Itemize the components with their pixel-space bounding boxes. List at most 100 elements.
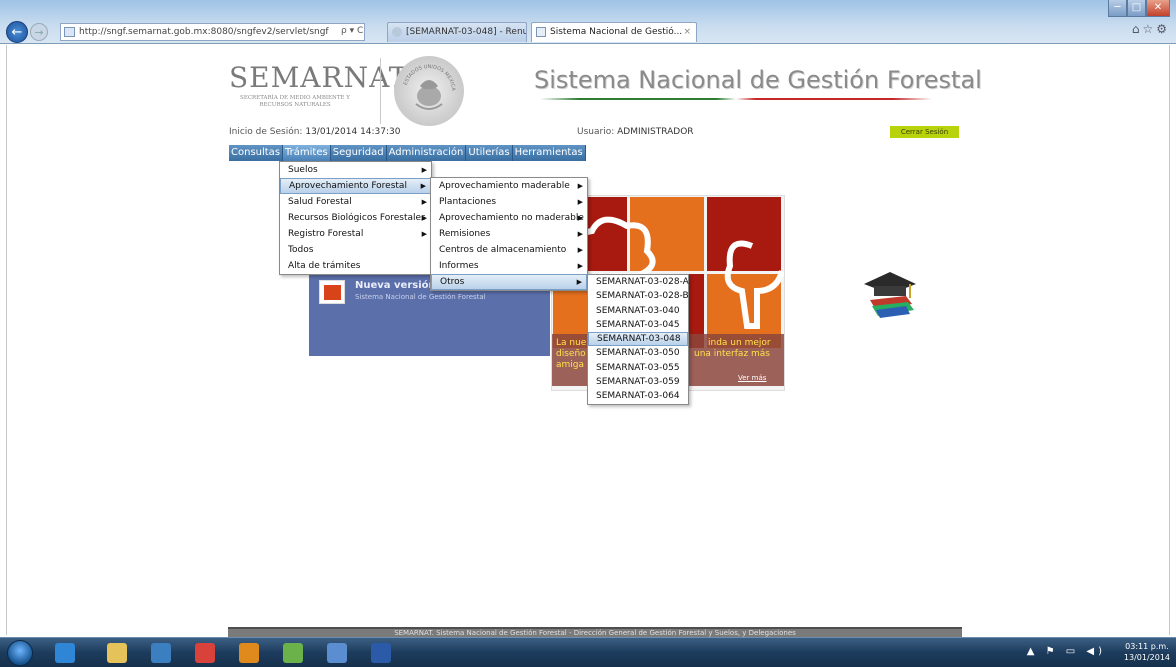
menu-item-suelos[interactable]: Suelos ▶ [280,162,431,178]
system-title: Sistema Nacional de Gestión Forestal [534,66,982,94]
forward-button[interactable]: → [30,23,48,41]
menu-item-semarnat-03-050[interactable]: SEMARNAT-03-050 [588,346,688,360]
promo-line: amiga [556,360,585,370]
submenu-arrow-icon: ▶ [577,262,583,270]
word-icon [371,643,391,663]
menu-utilerias[interactable]: Utilerías [466,145,513,161]
address-controls[interactable]: ρ ▾ C [341,26,363,36]
submenu-arrow-icon: ▶ [577,198,583,206]
folder-sync-icon [283,643,303,663]
submenu-arrow-icon: ▶ [421,166,427,174]
clock-date: 13/01/2014 [1123,653,1170,662]
address-bar[interactable]: http://sngf.semarnat.gob.mx:8080/sngfev2… [60,23,365,41]
main-menu-bar: Consultas Trámites Seguridad Administrac… [229,145,586,161]
taskbar-sync[interactable] [270,640,318,666]
login-label: Inicio de Sesión: [229,127,303,137]
url-text: http://sngf.semarnat.gob.mx:8080/sngfev2… [79,27,329,37]
tab-renuncia[interactable]: [SEMARNAT-03-048] - Renunc... [387,22,527,42]
menu-item-label: Aprovechamiento Forestal [289,181,407,191]
submenu-arrow-icon: ▶ [576,278,582,286]
menu-item-otros[interactable]: Otros ▶ [431,274,587,290]
close-window-button[interactable]: ✕ [1146,0,1170,17]
menu-item-semarnat-03-028-b[interactable]: SEMARNAT-03-028-B [588,289,689,303]
outlook-icon [239,643,259,663]
aprovechamiento-menu: Aprovechamiento maderable ▶ Plantaciones ▶… [430,177,588,291]
taskbar-media[interactable] [138,640,186,666]
menu-item-registro-forestal[interactable]: Registro Forestal ▶ [280,226,431,242]
menu-item-label: Salud Forestal [288,197,352,207]
system-tray-icons[interactable]: ▲ ⚑ ▭ ◀) [1027,646,1106,657]
file-explorer-icon [107,643,127,663]
windows-taskbar: ▲ ⚑ ▭ ◀) 03:11 p.m. 13/01/2014 [0,637,1176,667]
menu-item-label: Suelos [288,165,318,175]
menu-item-label: Aprovechamiento maderable [439,181,570,191]
menu-item-semarnat-03-040[interactable]: SEMARNAT-03-040 [588,304,688,318]
menu-item-label: Informes [439,261,479,271]
menu-administracion[interactable]: Administración [386,145,467,161]
submenu-arrow-icon: ▶ [421,230,427,238]
semarnat-logo: SEMARNAT SECRETARÍA DE MEDIO AMBIENTE Y … [229,63,407,123]
menu-item-semarnat-03-028-a[interactable]: SEMARNAT-03-028-A [588,275,689,289]
promo-more-link[interactable]: Ver más [738,374,766,382]
promo-line: diseño [556,349,586,359]
menu-tramites[interactable]: Trámites [283,145,331,161]
menu-item-informes[interactable]: Informes ▶ [431,258,587,274]
taskbar-explorer[interactable] [94,640,142,666]
menu-item-no-maderable[interactable]: Aprovechamiento no maderable ▶ [431,210,587,226]
title-underline [540,98,932,100]
start-button-icon[interactable] [7,640,33,666]
site-favicon-icon [64,27,75,37]
tramites-menu: Suelos ▶ Aprovechamiento Forestal ▶ Salud … [279,161,432,275]
menu-item-semarnat-03-064[interactable]: SEMARNAT-03-064 [588,389,688,403]
menu-consultas[interactable]: Consultas [229,145,284,161]
menu-item-label: Plantaciones [439,197,497,207]
page-footer: SEMARNAT. Sistema Nacional de Gestión Fo… [228,627,962,637]
network-icon [327,643,347,663]
taskbar-outlook[interactable] [226,640,274,666]
menu-herramientas[interactable]: Herramientas [512,145,586,161]
back-button[interactable]: ← [6,21,28,43]
maximize-button[interactable]: □ [1127,0,1146,17]
menu-item-aprovechamiento-forestal[interactable]: Aprovechamiento Forestal ▶ [280,178,431,194]
logo-subtitle: SECRETARÍA DE MEDIO AMBIENTE Y RECURSOS … [240,95,350,108]
logout-button[interactable]: Cerrar Sesión [890,126,959,138]
user-info: Usuario: ADMINISTRADOR [577,127,694,137]
tab-label: Sistema Nacional de Gestió... [550,27,683,37]
close-tab-icon[interactable]: × [683,23,691,41]
user-label: Usuario: [577,127,615,137]
ie-icon [55,643,75,663]
login-time: 13/01/2014 14:37:30 [305,127,401,137]
menu-item-semarnat-03-045[interactable]: SEMARNAT-03-045 [588,318,688,332]
user-name: ADMINISTRADOR [617,127,694,137]
menu-item-remisiones[interactable]: Remisiones ▶ [431,226,587,242]
menu-item-label: Registro Forestal [288,229,364,239]
tab-sngf[interactable]: Sistema Nacional de Gestió... × [531,22,697,42]
taskbar-word[interactable] [358,640,406,666]
home-favorites-tools-icons[interactable]: ⌂☆⚙ [1132,22,1170,36]
menu-item-maderable[interactable]: Aprovechamiento maderable ▶ [431,178,587,194]
logo-separator [380,58,381,124]
promo-line: inda un mejor [708,338,771,348]
menu-seguridad[interactable]: Seguridad [330,145,387,161]
taskbar-ie[interactable] [42,640,90,666]
clock[interactable]: 03:11 p.m. 13/01/2014 [1124,641,1170,663]
menu-item-salud-forestal[interactable]: Salud Forestal ▶ [280,194,431,210]
menu-item-todos[interactable]: Todos [280,242,431,258]
tab-label: [SEMARNAT-03-048] - Renunc... [406,27,527,37]
taskbar-chrome[interactable] [182,640,230,666]
menu-item-semarnat-03-048[interactable]: SEMARNAT-03-048 [588,332,688,347]
menu-item-centros-almacenamiento[interactable]: Centros de almacenamiento ▶ [431,242,587,258]
menu-item-semarnat-03-055[interactable]: SEMARNAT-03-055 [588,361,688,375]
menu-item-label: Todos [288,245,314,255]
menu-item-label: Remisiones [439,229,491,239]
submenu-arrow-icon: ▶ [421,214,427,222]
national-seal-icon: ESTADOS UNIDOS MEXICANOS [392,52,464,126]
menu-item-plantaciones[interactable]: Plantaciones ▶ [431,194,587,210]
promo-line: una interfaz más [694,349,770,359]
media-player-icon [151,643,171,663]
taskbar-network[interactable] [314,640,362,666]
minimize-button[interactable]: ─ [1108,0,1127,17]
menu-item-alta-tramites[interactable]: Alta de trámites [280,258,431,274]
menu-item-semarnat-03-059[interactable]: SEMARNAT-03-059 [588,375,688,389]
menu-item-recursos-biologicos[interactable]: Recursos Biológicos Forestales ▶ [280,210,431,226]
